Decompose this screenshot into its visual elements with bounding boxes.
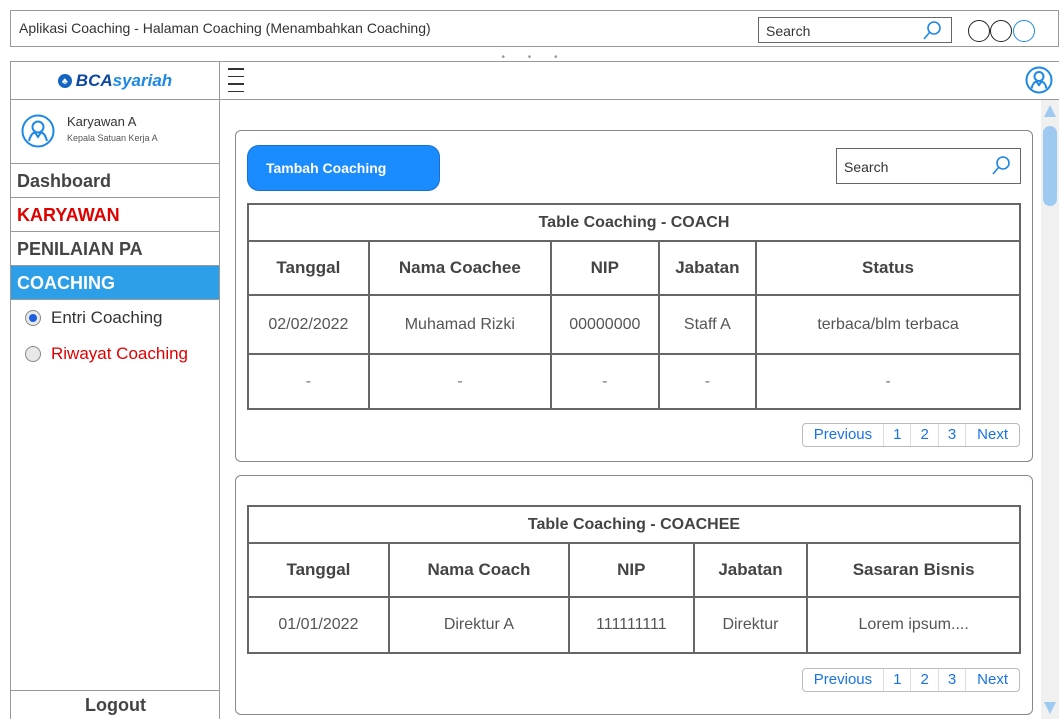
table-cell: terbaca/blm terbaca <box>755 294 1021 355</box>
table-cell: 01/01/2022 <box>247 596 390 654</box>
user-role: Kepala Satuan Kerja A <box>67 133 158 143</box>
pagination-page-2[interactable]: 2 <box>911 669 939 691</box>
table-cell: 02/02/2022 <box>247 294 370 355</box>
pagination-page-3[interactable]: 3 <box>939 424 967 446</box>
column-header: Jabatan <box>692 542 809 598</box>
pagination-page-3[interactable]: 3 <box>939 669 967 691</box>
column-header: NIP <box>568 542 695 598</box>
radio-selected-icon[interactable] <box>25 310 41 326</box>
pagination-next[interactable]: Next <box>966 424 1019 446</box>
sidebar-item-dashboard[interactable]: Dashboard <box>11 164 219 198</box>
coach-pagination: Previous 1 2 3 Next <box>801 423 1020 447</box>
table-cell: 111111111 <box>568 596 695 654</box>
sidebar-subitem-label: Entri Coaching <box>51 308 163 327</box>
brand-logo-text: BCAsyariah <box>75 70 173 90</box>
column-header: Jabatan <box>657 240 758 296</box>
pagination-page-1[interactable]: 1 <box>884 424 912 446</box>
column-header: Nama Coachee <box>367 240 552 296</box>
column-header: Tanggal <box>247 542 390 598</box>
sidebar-item-coaching[interactable]: COACHING <box>11 266 219 300</box>
table-cell: Muhamad Rizki <box>367 294 552 355</box>
table-cell: Direktur <box>692 596 809 654</box>
table-cell: Lorem ipsum.... <box>806 596 1021 654</box>
table-cell: Staff A <box>657 294 758 355</box>
table-cell: Direktur A <box>387 596 571 654</box>
column-header: Status <box>755 240 1021 296</box>
tambah-coaching-button[interactable]: Tambah Coaching <box>247 145 440 191</box>
column-header: Nama Coach <box>387 542 571 598</box>
maximize-window-button[interactable] <box>990 20 1012 42</box>
window-title: Aplikasi Coaching - Halaman Coaching (Me… <box>19 20 431 36</box>
sidebar-subitem-riwayat-coaching[interactable]: Riwayat Coaching <box>11 336 219 372</box>
coach-search-input[interactable]: Search <box>836 148 1021 184</box>
sidebar: ♣ BCAsyariah Karyawan A Kepala Satuan Ke… <box>10 62 220 719</box>
coach-table-title: Table Coaching - COACH <box>247 203 1021 242</box>
scroll-up-arrow-icon[interactable] <box>1044 105 1056 117</box>
table-cell: - <box>367 353 552 410</box>
window-titlebar: Aplikasi Coaching - Halaman Coaching (Me… <box>10 10 1059 46</box>
sidebar-subitem-entri-coaching[interactable]: Entri Coaching <box>11 300 219 336</box>
scroll-down-arrow-icon[interactable] <box>1044 702 1056 714</box>
window-search-placeholder: Search <box>766 23 811 39</box>
close-window-button[interactable] <box>1013 20 1035 42</box>
pagination-previous[interactable]: Previous <box>803 424 885 446</box>
pagination-previous[interactable]: Previous <box>803 669 885 691</box>
sidebar-item-karyawan[interactable]: KARYAWAN <box>11 198 219 232</box>
search-icon[interactable] <box>990 155 1012 177</box>
table-cell: - <box>657 353 758 410</box>
coachee-pagination: Previous 1 2 3 Next <box>801 668 1020 692</box>
top-bar <box>220 62 1059 100</box>
logout-button[interactable]: Logout <box>11 690 220 719</box>
column-header: Tanggal <box>247 240 370 296</box>
table-row[interactable]: 01/01/2022 Direktur A 111111111 Direktur… <box>247 596 1021 654</box>
brand-logo: ♣ BCAsyariah <box>11 62 219 100</box>
column-header: NIP <box>549 240 660 296</box>
coachee-panel: Table Coaching - COACHEE Tanggal Nama Co… <box>235 475 1033 715</box>
table-row[interactable]: - - - - - <box>247 353 1021 410</box>
drag-handle[interactable]: • • • <box>10 46 1059 63</box>
scrollbar-thumb[interactable] <box>1043 126 1057 206</box>
table-cell: - <box>549 353 660 410</box>
coachee-table: Table Coaching - COACHEE Tanggal Nama Co… <box>247 505 1021 654</box>
pagination-page-1[interactable]: 1 <box>884 669 912 691</box>
table-row[interactable]: 02/02/2022 Muhamad Rizki 00000000 Staff … <box>247 294 1021 355</box>
radio-unselected-icon[interactable] <box>25 346 41 362</box>
column-header: Sasaran Bisnis <box>806 542 1021 598</box>
coach-panel: Tambah Coaching Search Table Coaching - … <box>235 130 1033 462</box>
table-cell: - <box>247 353 370 410</box>
user-profile: Karyawan A Kepala Satuan Kerja A <box>11 100 219 164</box>
table-cell: - <box>755 353 1021 410</box>
user-account-icon[interactable] <box>1025 66 1053 94</box>
user-name: Karyawan A <box>67 114 137 129</box>
hamburger-menu-icon[interactable] <box>228 68 244 92</box>
minimize-window-button[interactable] <box>968 20 990 42</box>
coach-table: Table Coaching - COACH Tanggal Nama Coac… <box>247 203 1021 410</box>
search-icon[interactable] <box>921 20 943 42</box>
vertical-scrollbar[interactable] <box>1041 100 1059 719</box>
sidebar-subitem-label: Riwayat Coaching <box>51 344 189 363</box>
coach-search-placeholder: Search <box>844 159 889 175</box>
pagination-next[interactable]: Next <box>966 669 1019 691</box>
user-avatar-icon <box>21 114 55 148</box>
bca-logo-icon: ♣ <box>57 73 72 88</box>
window-search-input[interactable]: Search <box>758 17 952 43</box>
table-cell: 00000000 <box>549 294 660 355</box>
sidebar-item-penilaian-pa[interactable]: PENILAIAN PA <box>11 232 219 266</box>
coachee-table-title: Table Coaching - COACHEE <box>247 505 1021 544</box>
pagination-page-2[interactable]: 2 <box>911 424 939 446</box>
